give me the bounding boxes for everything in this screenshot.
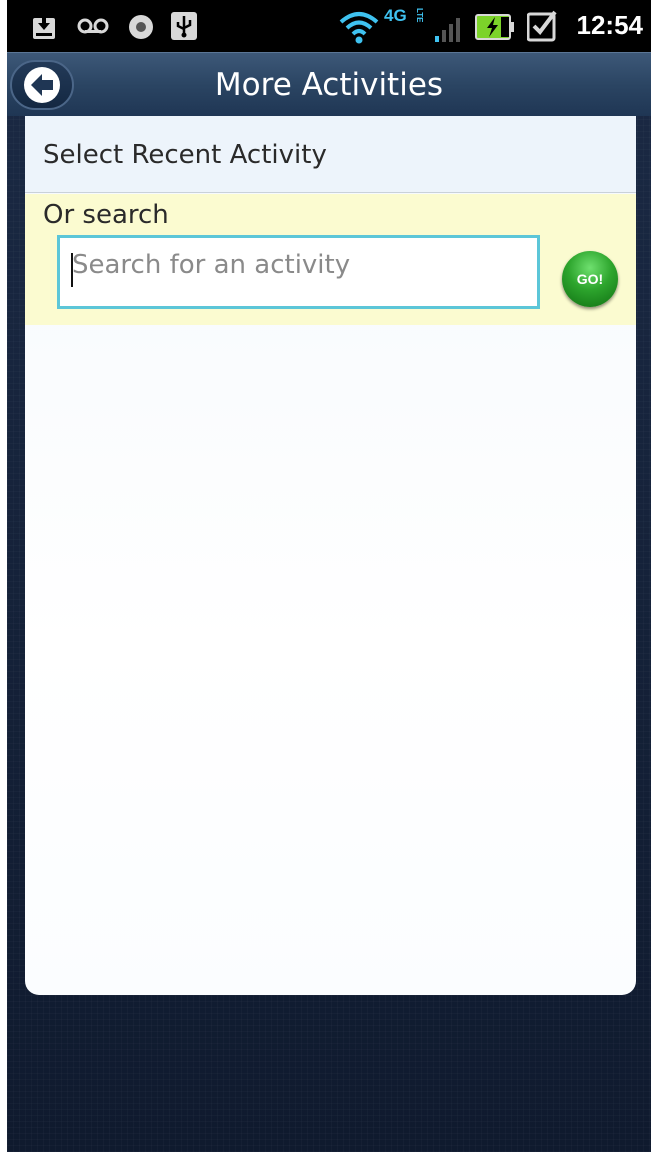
or-search-label: Or search (43, 200, 169, 230)
clock: 12:54 (576, 10, 644, 40)
network-subtype-label: LTE (415, 8, 424, 23)
select-recent-activity-row[interactable]: Select Recent Activity (25, 116, 636, 193)
download-icon (32, 12, 56, 44)
content-card: Select Recent Activity Or search GO! (25, 116, 636, 995)
record-icon (128, 14, 154, 44)
usb-icon (171, 12, 197, 44)
voicemail-icon (77, 17, 109, 39)
search-input[interactable] (57, 235, 540, 309)
select-recent-activity-label: Select Recent Activity (43, 140, 327, 170)
signal-icon (435, 16, 465, 46)
page-title: More Activities (214, 67, 444, 103)
status-bar: 4G LTE 12:54 (7, 0, 651, 52)
checkbox-task-icon (526, 10, 557, 46)
app-screen: 4G LTE 12:54 More Activities Select Rece… (7, 0, 651, 1152)
go-button[interactable]: GO! (562, 251, 618, 307)
text-cursor (71, 253, 73, 287)
arrow-left-icon (31, 74, 53, 96)
network-type-label: 4G (384, 6, 407, 25)
back-circle (24, 67, 60, 103)
search-section: Or search GO! (25, 194, 636, 325)
back-button[interactable] (10, 60, 74, 110)
title-bar: More Activities (7, 52, 651, 116)
wifi-icon (339, 10, 379, 48)
battery-charging-icon (475, 14, 515, 44)
